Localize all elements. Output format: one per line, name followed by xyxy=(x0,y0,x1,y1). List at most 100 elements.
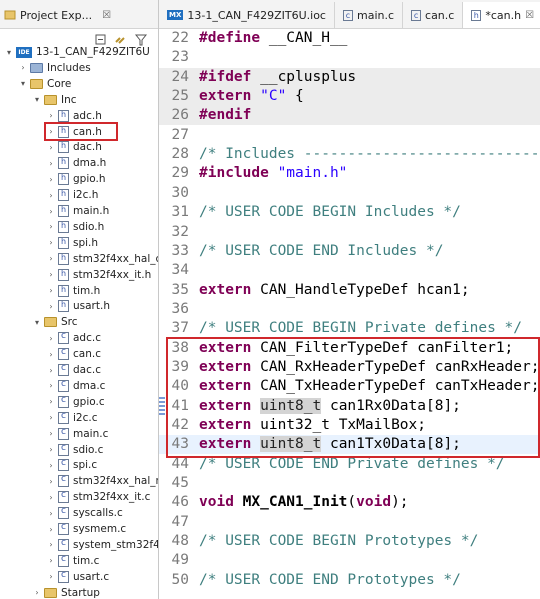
tree-item[interactable]: › main.c xyxy=(46,426,108,442)
header-file-icon xyxy=(58,173,69,186)
code-line[interactable]: 30 xyxy=(159,184,540,203)
chevron-down-icon[interactable]: ▾ xyxy=(4,47,14,57)
tree-item[interactable]: › stm32f4xx_it.h xyxy=(46,267,151,283)
close-icon[interactable]: ☒ xyxy=(525,10,534,21)
tree-item[interactable]: › Startup xyxy=(32,585,100,599)
tree-item[interactable]: › spi.c xyxy=(46,457,97,473)
tree-item[interactable]: › i2c.h xyxy=(46,187,98,203)
code-text: void MX_CAN1_Init(void); xyxy=(199,493,409,512)
tree-item[interactable]: ▾ Src xyxy=(32,314,78,330)
chevron-right-icon[interactable]: › xyxy=(46,174,56,184)
chevron-right-icon[interactable]: › xyxy=(46,540,56,550)
tree-item[interactable]: › stm32f4xx_hal_co xyxy=(46,251,158,267)
tree-item-label: Startup xyxy=(61,586,100,599)
chevron-right-icon[interactable]: › xyxy=(46,524,56,534)
editor-tab[interactable]: c main.c xyxy=(335,2,404,28)
chevron-right-icon[interactable]: › xyxy=(46,349,56,359)
tree-item[interactable]: › dac.h xyxy=(46,139,102,155)
chevron-right-icon[interactable]: › xyxy=(46,508,56,518)
tree-item[interactable]: › tim.h xyxy=(46,283,100,299)
chevron-right-icon[interactable]: › xyxy=(32,588,42,598)
code-line[interactable]: 46 void MX_CAN1_Init(void); xyxy=(159,493,540,512)
chevron-down-icon[interactable]: ▾ xyxy=(32,317,42,327)
tree-item[interactable]: › gpio.h xyxy=(46,171,105,187)
code-line[interactable]: 33 /* USER CODE END Includes */ xyxy=(159,242,540,261)
code-line[interactable]: 49 xyxy=(159,551,540,570)
tree-item[interactable]: ▾ IDE 13-1_CAN_F429ZIT6U xyxy=(4,44,150,60)
chevron-right-icon[interactable]: › xyxy=(46,254,56,264)
chevron-right-icon[interactable]: › xyxy=(46,286,56,296)
chevron-right-icon[interactable]: › xyxy=(46,238,56,248)
code-line[interactable]: 35 extern CAN_HandleTypeDef hcan1; xyxy=(159,281,540,300)
tree-item[interactable]: › stm32f4xx_hal_m xyxy=(46,473,158,489)
chevron-right-icon[interactable]: › xyxy=(46,397,56,407)
code-line[interactable]: 22 #define __CAN_H__ xyxy=(159,29,540,48)
editor-tab[interactable]: c can.c xyxy=(403,2,464,28)
tree-item[interactable]: › i2c.c xyxy=(46,410,97,426)
tree-item[interactable]: › tim.c xyxy=(46,553,99,569)
tree-item[interactable]: › sysmem.c xyxy=(46,521,126,537)
code-line[interactable]: 23 xyxy=(159,48,540,67)
chevron-right-icon[interactable]: › xyxy=(46,222,56,232)
chevron-right-icon[interactable]: › xyxy=(46,445,56,455)
tree-item[interactable]: › usart.h xyxy=(46,298,110,314)
tree-item[interactable]: › dma.c xyxy=(46,378,105,394)
tree-item[interactable]: › adc.c xyxy=(46,330,101,346)
code-line[interactable]: 36 xyxy=(159,300,540,319)
close-icon[interactable]: ☒ xyxy=(102,10,111,21)
chevron-right-icon[interactable]: › xyxy=(46,333,56,343)
code-line[interactable]: 24 #ifdef __cplusplus xyxy=(159,67,540,87)
tree-item[interactable]: › gpio.c xyxy=(46,394,105,410)
chevron-right-icon[interactable]: › xyxy=(46,206,56,216)
code-line[interactable]: 47 xyxy=(159,513,540,532)
chevron-right-icon[interactable]: › xyxy=(46,460,56,470)
tree-item[interactable]: › main.h xyxy=(46,203,109,219)
tree-item[interactable]: ▾ Core xyxy=(18,76,71,92)
chevron-down-icon[interactable]: ▾ xyxy=(32,95,42,105)
code-line[interactable]: 26 #endif xyxy=(159,106,540,126)
code-line[interactable]: 45 xyxy=(159,474,540,493)
tree-item[interactable]: › sdio.h xyxy=(46,219,104,235)
chevron-right-icon[interactable]: › xyxy=(46,158,56,168)
tree-item[interactable]: › Includes xyxy=(18,60,90,76)
editor-tab[interactable]: MX 13-1_CAN_F429ZIT6U.ioc xyxy=(159,2,335,28)
code-line[interactable]: 28 /* Includes --------------------------… xyxy=(159,145,540,164)
code-line[interactable]: 37 /* USER CODE BEGIN Private defines */ xyxy=(159,319,540,338)
tree-item[interactable]: › can.c xyxy=(46,346,101,362)
code-line[interactable]: 34 xyxy=(159,261,540,280)
chevron-right-icon[interactable]: › xyxy=(46,142,56,152)
tree-item[interactable]: › usart.c xyxy=(46,569,109,585)
chevron-right-icon[interactable]: › xyxy=(46,190,56,200)
code-line[interactable]: 48 /* USER CODE BEGIN Prototypes */ xyxy=(159,532,540,551)
editor-tab[interactable]: h *can.h ☒ xyxy=(463,2,540,28)
chevron-right-icon[interactable]: › xyxy=(18,63,28,73)
chevron-right-icon[interactable]: › xyxy=(46,476,56,486)
code-line[interactable]: 29 #include "main.h" xyxy=(159,164,540,183)
chevron-right-icon[interactable]: › xyxy=(46,556,56,566)
tree-item[interactable]: › system_stm32f4 xyxy=(46,537,158,553)
chevron-down-icon[interactable]: ▾ xyxy=(18,79,28,89)
chevron-right-icon[interactable]: › xyxy=(46,429,56,439)
code-line[interactable]: 31 /* USER CODE BEGIN Includes */ xyxy=(159,203,540,222)
code-line[interactable]: 27 xyxy=(159,126,540,145)
chevron-right-icon[interactable]: › xyxy=(46,413,56,423)
tree-item[interactable]: › sdio.c xyxy=(46,442,103,458)
chevron-right-icon[interactable]: › xyxy=(46,365,56,375)
tree-item[interactable]: › stm32f4xx_it.c xyxy=(46,489,150,505)
code-line[interactable]: 32 xyxy=(159,223,540,242)
chevron-right-icon[interactable]: › xyxy=(46,572,56,582)
tree-item[interactable]: ▾ Inc xyxy=(32,92,77,108)
code-line[interactable]: 50 /* USER CODE END Prototypes */ xyxy=(159,571,540,590)
tree-item[interactable]: › dac.c xyxy=(46,362,101,378)
chevron-right-icon[interactable]: › xyxy=(46,492,56,502)
chevron-right-icon[interactable]: › xyxy=(46,381,56,391)
folder-icon xyxy=(30,78,43,89)
chevron-right-icon[interactable]: › xyxy=(46,111,56,121)
code-line[interactable]: 25 extern "C" { xyxy=(159,87,540,107)
tab-project-explorer[interactable]: Project Exp... ☒ xyxy=(0,4,115,26)
tree-item[interactable]: › dma.h xyxy=(46,155,106,171)
chevron-right-icon[interactable]: › xyxy=(46,301,56,311)
chevron-right-icon[interactable]: › xyxy=(46,270,56,280)
tree-item[interactable]: › syscalls.c xyxy=(46,505,123,521)
tree-item[interactable]: › spi.h xyxy=(46,235,98,251)
